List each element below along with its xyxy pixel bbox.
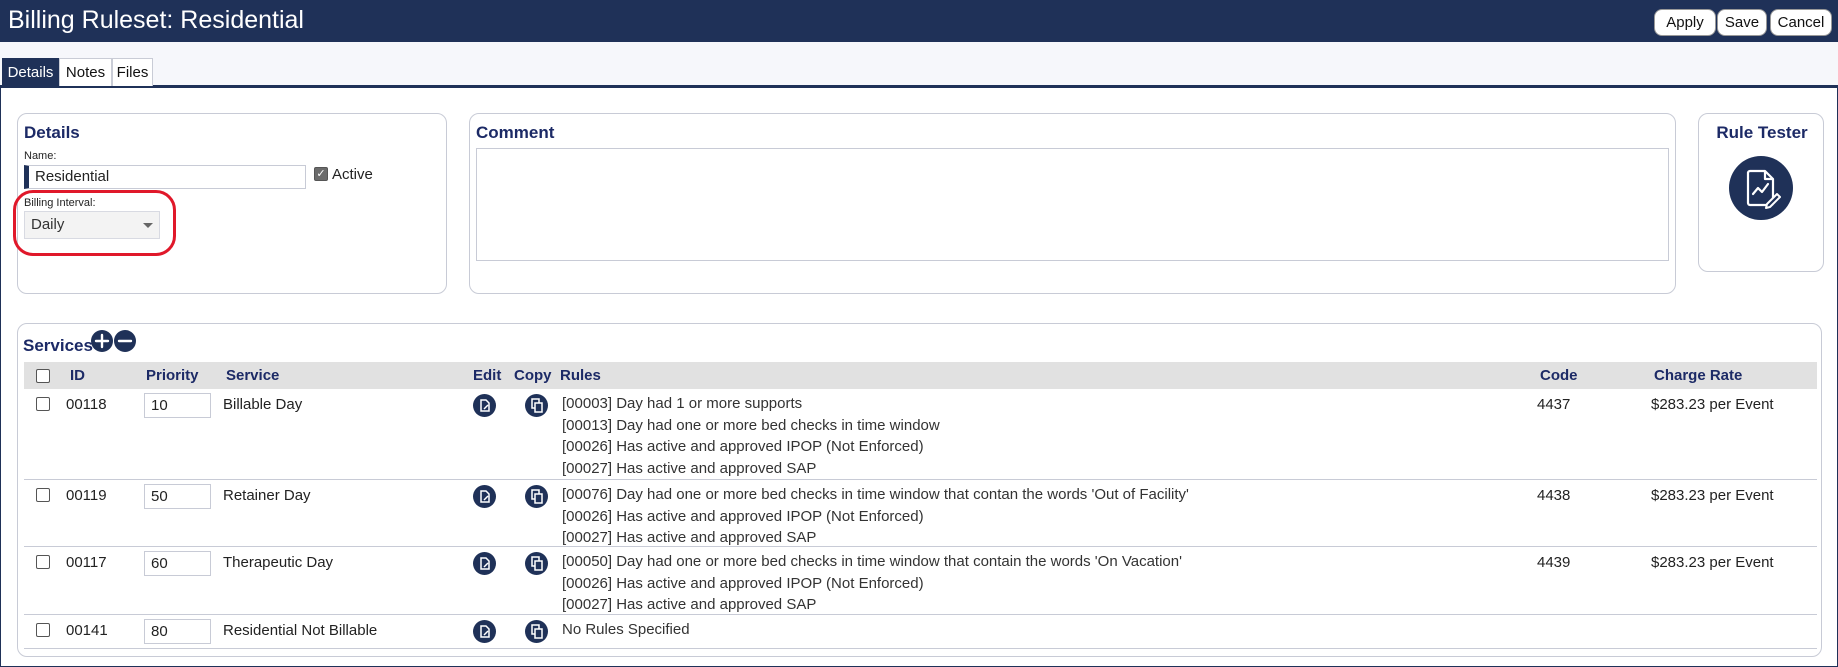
details-title: Details xyxy=(24,123,80,142)
copy-icon[interactable] xyxy=(525,552,548,575)
rule-item: [00076] Day had one or more bed checks i… xyxy=(562,486,1189,503)
rule-item: [00026] Has active and approved IPOP (No… xyxy=(562,574,924,592)
row-code: 4439 xyxy=(1537,554,1571,571)
comment-title: Comment xyxy=(476,123,555,142)
edit-icon[interactable] xyxy=(473,552,496,575)
cancel-button[interactable]: Cancel xyxy=(1770,9,1832,36)
services-panel: Services ID Priority Service Edit Copy R… xyxy=(17,323,1822,657)
table-row: 00118 10 Billable Day [00003] Day had 1 … xyxy=(24,389,1817,480)
rule-item: [00050] Day had one or more bed checks i… xyxy=(562,553,1182,570)
row-code: 4437 xyxy=(1537,396,1571,413)
table-row: 00141 80 Residential Not Billable No Rul… xyxy=(24,615,1817,649)
row-id: 00141 xyxy=(66,622,108,639)
row-charge-rate: $283.23 per Event xyxy=(1651,554,1774,571)
col-service[interactable]: Service xyxy=(226,367,279,384)
rule-item: [00027] Has active and approved SAP xyxy=(562,459,817,477)
details-panel: Details Name: Residential ✓ Active Billi… xyxy=(17,113,447,294)
row-id: 00119 xyxy=(66,487,107,504)
services-title: Services xyxy=(23,336,93,355)
priority-input[interactable]: 10 xyxy=(144,393,211,418)
table-row: 00119 50 Retainer Day [00076] Day had on… xyxy=(24,480,1817,547)
row-service: Residential Not Billable xyxy=(223,622,378,639)
rule-item: [00027] Has active and approved SAP xyxy=(562,529,817,546)
row-checkbox[interactable] xyxy=(36,623,50,637)
tab-files[interactable]: Files xyxy=(112,58,153,86)
comment-textarea[interactable] xyxy=(476,148,1669,261)
edit-icon[interactable] xyxy=(473,620,496,643)
priority-input[interactable]: 50 xyxy=(144,484,211,509)
row-service: Therapeutic Day xyxy=(223,554,334,571)
save-button[interactable]: Save xyxy=(1717,9,1767,36)
row-code: 4438 xyxy=(1537,487,1571,504)
services-table-header: ID Priority Service Edit Copy Rules Code… xyxy=(24,362,1817,389)
col-charge-rate[interactable]: Charge Rate xyxy=(1654,367,1742,384)
row-rules: [00003] Day had 1 or more supports [0001… xyxy=(562,393,940,479)
col-rules[interactable]: Rules xyxy=(560,367,601,384)
rule-item: [00026] Has active and approved IPOP (No… xyxy=(562,507,924,525)
tab-details[interactable]: Details xyxy=(2,58,59,86)
row-charge-rate: $283.23 per Event xyxy=(1651,396,1774,413)
add-service-icon[interactable] xyxy=(91,330,113,352)
priority-input[interactable]: 60 xyxy=(144,551,211,576)
rule-tester-title: Rule Tester xyxy=(1716,123,1808,142)
copy-icon[interactable] xyxy=(525,485,548,508)
edit-icon[interactable] xyxy=(473,394,496,417)
col-id[interactable]: ID xyxy=(70,367,85,384)
select-all-checkbox[interactable] xyxy=(36,369,50,383)
comment-panel: Comment xyxy=(469,113,1676,294)
chevron-down-icon xyxy=(143,223,153,228)
document-chart-icon[interactable] xyxy=(1729,156,1793,220)
name-input[interactable]: Residential xyxy=(24,165,306,189)
rule-item: [00027] Has active and approved SAP xyxy=(562,596,817,613)
rule-item: [00026] Has active and approved IPOP (No… xyxy=(562,438,924,455)
tab-bar: Details Notes Files xyxy=(0,42,1838,88)
col-copy: Copy xyxy=(514,367,552,384)
rule-item: [00003] Day had 1 or more supports xyxy=(562,395,803,412)
edit-icon[interactable] xyxy=(473,485,496,508)
priority-input[interactable]: 80 xyxy=(144,619,211,644)
active-checkbox[interactable]: ✓ xyxy=(314,167,328,181)
row-checkbox[interactable] xyxy=(36,397,50,411)
page-title: Billing Ruleset: Residential xyxy=(8,6,304,34)
rule-item: No Rules Specified xyxy=(562,621,690,638)
row-id: 00118 xyxy=(66,396,107,413)
copy-icon[interactable] xyxy=(525,394,548,417)
name-label: Name: xyxy=(24,150,57,162)
row-checkbox[interactable] xyxy=(36,488,50,502)
table-row: 00117 60 Therapeutic Day [00050] Day had… xyxy=(24,547,1817,615)
billing-interval-label: Billing Interval: xyxy=(24,197,96,209)
row-service: Billable Day xyxy=(223,396,303,413)
active-label: Active xyxy=(332,166,373,183)
apply-button[interactable]: Apply xyxy=(1654,9,1716,36)
col-code[interactable]: Code xyxy=(1540,367,1578,384)
billing-interval-select[interactable]: Daily xyxy=(24,211,160,239)
app-header: Billing Ruleset: Residential Apply Save … xyxy=(0,0,1838,42)
copy-icon[interactable] xyxy=(525,620,548,643)
row-rules: [00076] Day had one or more bed checks i… xyxy=(562,484,1189,549)
tab-notes[interactable]: Notes xyxy=(59,58,112,86)
row-rules: No Rules Specified xyxy=(562,619,690,641)
billing-interval-value: Daily xyxy=(31,216,65,233)
row-id: 00117 xyxy=(66,554,107,571)
rule-tester-panel: Rule Tester xyxy=(1698,113,1824,272)
row-rules: [00050] Day had one or more bed checks i… xyxy=(562,551,1182,616)
col-priority[interactable]: Priority xyxy=(146,367,199,384)
row-checkbox[interactable] xyxy=(36,555,50,569)
col-edit: Edit xyxy=(473,367,502,384)
row-charge-rate: $283.23 per Event xyxy=(1651,487,1774,504)
remove-service-icon[interactable] xyxy=(114,330,136,352)
row-service: Retainer Day xyxy=(223,487,311,504)
rule-item: [00013] Day had one or more bed checks i… xyxy=(562,416,940,434)
